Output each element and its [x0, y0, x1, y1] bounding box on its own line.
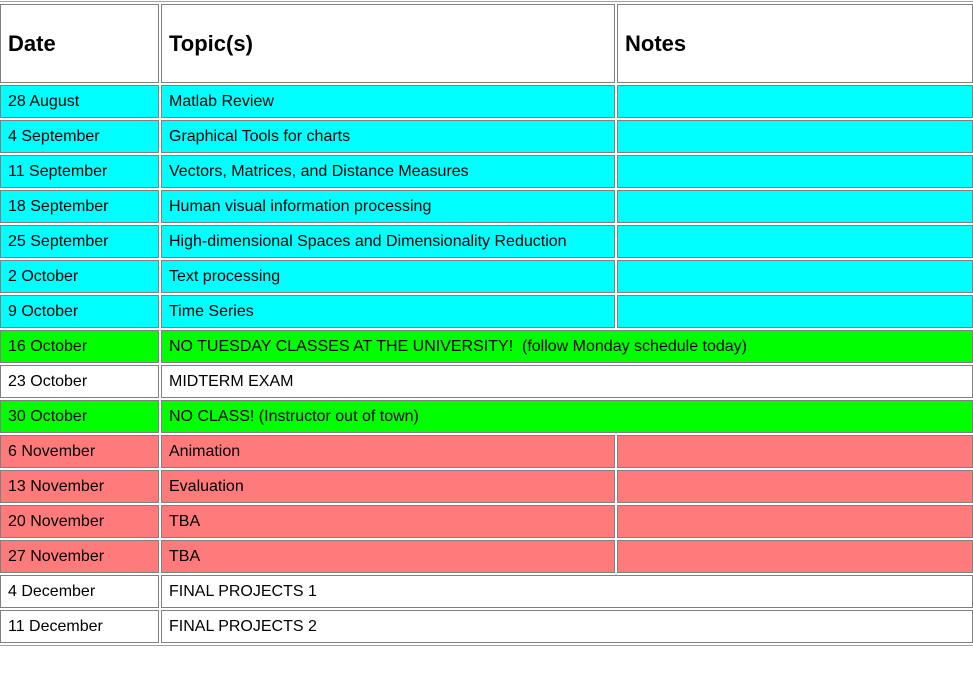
table-row: 27 November TBA [0, 540, 973, 573]
row-topic: NO TUESDAY CLASSES AT THE UNIVERSITY! (f… [161, 330, 973, 363]
row-topic: Text processing [161, 260, 615, 293]
row-notes [617, 435, 973, 468]
table-row: 28 August Matlab Review [0, 85, 973, 118]
table-row: 4 December FINAL PROJECTS 1 [0, 575, 973, 608]
row-date: 13 November [0, 470, 159, 503]
row-date: 4 December [0, 575, 159, 608]
header-date: Date [0, 4, 159, 83]
row-date: 9 October [0, 295, 159, 328]
row-topic: FINAL PROJECTS 1 [161, 575, 973, 608]
row-topic: Graphical Tools for charts [161, 120, 615, 153]
table-row: 25 September High-dimensional Spaces and… [0, 225, 973, 258]
row-topic: Animation [161, 435, 615, 468]
row-topic: Evaluation [161, 470, 615, 503]
row-topic: Human visual information processing [161, 190, 615, 223]
row-topic: High-dimensional Spaces and Dimensionali… [161, 225, 615, 258]
row-date: 23 October [0, 365, 159, 398]
table-row: 13 November Evaluation [0, 470, 973, 503]
table-row: 2 October Text processing [0, 260, 973, 293]
row-date: 28 August [0, 85, 159, 118]
row-notes [617, 190, 973, 223]
row-date: 20 November [0, 505, 159, 538]
table-row: 9 October Time Series [0, 295, 973, 328]
header-notes: Notes [617, 4, 973, 83]
row-date: 4 September [0, 120, 159, 153]
row-topic: Vectors, Matrices, and Distance Measures [161, 155, 615, 188]
schedule-table: Date Topic(s) Notes 28 August Matlab Rev… [0, 1, 973, 646]
row-notes [617, 120, 973, 153]
row-notes [617, 155, 973, 188]
row-date: 6 November [0, 435, 159, 468]
table-row: 6 November Animation [0, 435, 973, 468]
header-row: Date Topic(s) Notes [0, 4, 973, 83]
table-row: 4 September Graphical Tools for charts [0, 120, 973, 153]
row-date: 30 October [0, 400, 159, 433]
row-topic: TBA [161, 505, 615, 538]
row-notes [617, 470, 973, 503]
row-notes [617, 540, 973, 573]
row-notes [617, 260, 973, 293]
table-row: 16 October NO TUESDAY CLASSES AT THE UNI… [0, 330, 973, 363]
row-notes [617, 505, 973, 538]
row-date: 11 September [0, 155, 159, 188]
row-date: 11 December [0, 610, 159, 643]
table-row: 11 September Vectors, Matrices, and Dist… [0, 155, 973, 188]
row-topic: MIDTERM EXAM [161, 365, 973, 398]
row-notes [617, 295, 973, 328]
table-row: 23 October MIDTERM EXAM [0, 365, 973, 398]
row-topic: TBA [161, 540, 615, 573]
row-date: 18 September [0, 190, 159, 223]
table-row: 18 September Human visual information pr… [0, 190, 973, 223]
row-notes [617, 225, 973, 258]
row-date: 16 October [0, 330, 159, 363]
header-topic: Topic(s) [161, 4, 615, 83]
table-row: 20 November TBA [0, 505, 973, 538]
table-row: 30 October NO CLASS! (Instructor out of … [0, 400, 973, 433]
row-date: 25 September [0, 225, 159, 258]
row-topic: Time Series [161, 295, 615, 328]
row-notes [617, 85, 973, 118]
row-topic: FINAL PROJECTS 2 [161, 610, 973, 643]
row-topic: NO CLASS! (Instructor out of town) [161, 400, 973, 433]
table-row: 11 December FINAL PROJECTS 2 [0, 610, 973, 643]
row-date: 27 November [0, 540, 159, 573]
row-topic: Matlab Review [161, 85, 615, 118]
row-date: 2 October [0, 260, 159, 293]
